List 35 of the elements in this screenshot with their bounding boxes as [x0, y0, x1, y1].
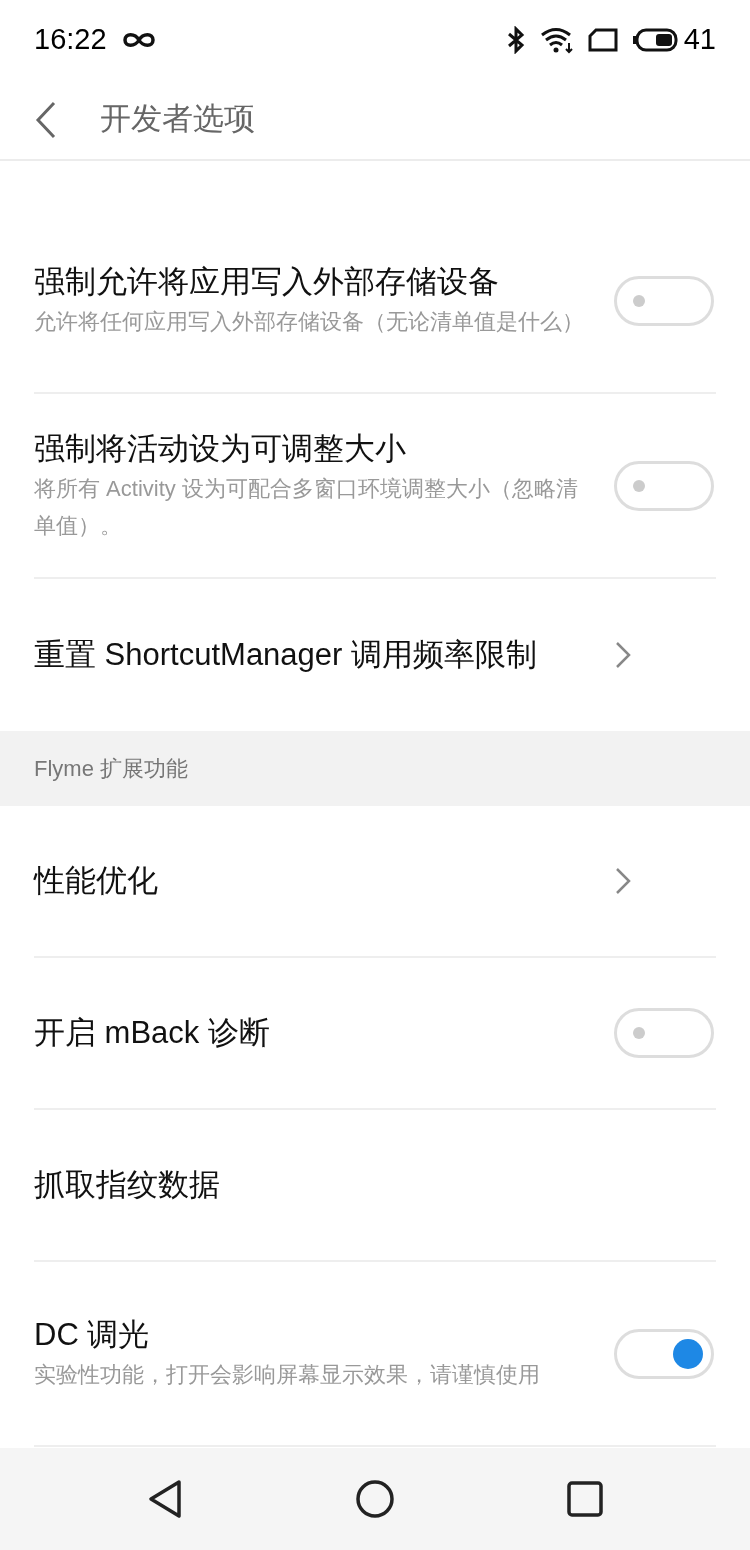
setting-row[interactable]: 性能优化 [34, 806, 716, 958]
triangle-icon [147, 1479, 183, 1519]
chevron-icon [614, 866, 632, 896]
page-title: 开发者选项 [100, 100, 255, 139]
setting-title: DC 调光 [34, 1316, 151, 1354]
setting-title: 强制将活动设为可调整大小 [34, 429, 407, 468]
square-icon [567, 1481, 603, 1517]
sim-card-icon [587, 28, 618, 52]
setting-row[interactable]: 开启 mBack 诊断 [34, 958, 716, 1110]
back-icon [34, 99, 58, 140]
circle-icon [355, 1479, 395, 1519]
section-header: Flyme 扩展功能 [34, 755, 188, 783]
wifi-icon [539, 26, 574, 54]
toggle-switch[interactable] [614, 275, 714, 326]
toggle-switch[interactable] [614, 460, 714, 511]
status-time: 16:22 [34, 22, 107, 58]
battery-icon [631, 28, 678, 52]
infinity-icon [120, 31, 157, 49]
setting-title: 重置 ShortcutManager 调用频率限制 [34, 636, 539, 674]
setting-description: 将所有 Activity 设为可配合多窗口环境调整大小（忽略清单值）。 [34, 474, 579, 540]
setting-description: 实验性功能，打开会影响屏幕显示效果，请谨慎使用 [34, 1361, 541, 1389]
bluetooth-icon [505, 26, 526, 54]
setting-title: 性能优化 [34, 862, 159, 900]
setting-title: 强制允许将应用写入外部存储设备 [34, 263, 500, 301]
toggle-switch[interactable] [614, 1008, 714, 1058]
toggle-switch[interactable] [614, 1328, 714, 1379]
setting-row[interactable]: 重置 ShortcutManager 调用频率限制 [34, 579, 716, 731]
setting-title: 抓取指纹数据 [34, 1166, 221, 1204]
setting-description: 允许将任何应用写入外部存储设备（无论清单值是什么） [34, 308, 585, 336]
chevron-icon [614, 640, 632, 670]
battery-percentage: 41 [683, 22, 716, 58]
setting-row[interactable]: 抓取指纹数据 [34, 1110, 716, 1262]
setting-title: 开启 mBack 诊断 [34, 1014, 271, 1052]
setting-row[interactable]: 强制允许将应用写入外部存储设备 允许将任何应用写入外部存储设备（无论清单值是什么） [34, 209, 716, 394]
setting-row[interactable]: 强制将活动设为可调整大小 将所有 Activity 设为可配合多窗口环境调整大小（忽略清单值）。 [34, 394, 716, 579]
